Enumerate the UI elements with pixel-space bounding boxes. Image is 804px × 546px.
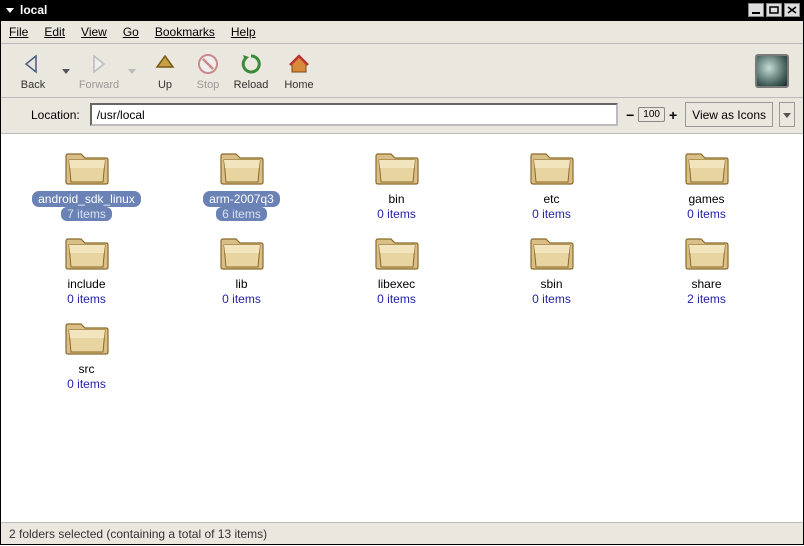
statusbar: 2 folders selected (containing a total o… [1,522,803,544]
window-title: local [20,3,746,17]
item-count: 0 items [526,292,577,306]
titlebar[interactable]: local [0,0,804,20]
forward-button: Forward [75,51,123,91]
forward-arrow-icon [88,51,110,77]
item-name: lib [229,276,253,292]
toolbar: Back Forward Up Stop Reload Home [1,44,803,98]
menubar: File Edit View Go Bookmarks Help [1,21,803,44]
location-input[interactable] [90,103,618,126]
icon-view[interactable]: android_sdk_linux 7 items arm-2007q3 6 i… [1,134,803,522]
folder-item[interactable]: bin 0 items [319,146,474,221]
folder-icon [63,146,111,189]
item-count: 6 items [216,207,267,221]
menu-bookmarks[interactable]: Bookmarks [155,25,215,39]
item-count: 7 items [61,207,112,221]
throbber-icon [755,54,789,88]
folder-icon [528,146,576,189]
zoom-value[interactable]: 100 [638,107,665,122]
back-arrow-icon [22,51,44,77]
back-button[interactable]: Back [9,51,57,91]
folder-icon [63,231,111,274]
folder-icon [683,146,731,189]
folder-icon [218,146,266,189]
view-mode-button[interactable]: View as Icons [685,102,773,127]
item-count: 0 items [371,207,422,221]
folder-item[interactable]: arm-2007q3 6 items [164,146,319,221]
folder-item[interactable]: sbin 0 items [474,231,629,306]
folder-item[interactable]: android_sdk_linux 7 items [9,146,164,221]
item-name: sbin [534,276,568,292]
reload-button[interactable]: Reload [227,51,275,91]
zoom-out-button[interactable]: − [624,107,636,123]
close-button[interactable] [784,3,800,17]
item-name: android_sdk_linux [32,191,141,207]
item-name: games [682,191,730,207]
stop-button: Stop [189,51,227,91]
folder-icon [218,231,266,274]
item-count: 0 items [61,292,112,306]
item-name: bin [382,191,410,207]
item-count: 0 items [681,207,732,221]
item-count: 0 items [61,377,112,391]
item-name: share [685,276,727,292]
home-icon [288,51,310,77]
folder-icon [528,231,576,274]
menu-file[interactable]: File [9,25,28,39]
window-menu-icon[interactable] [4,4,16,16]
menu-view[interactable]: View [81,25,107,39]
up-arrow-icon [154,51,176,77]
menu-help[interactable]: Help [231,25,256,39]
stop-icon [197,51,219,77]
item-count: 0 items [526,207,577,221]
reload-icon [240,51,262,77]
folder-icon [373,231,421,274]
folder-item[interactable]: libexec 0 items [319,231,474,306]
folder-item[interactable]: games 0 items [629,146,784,221]
minimize-button[interactable] [748,3,764,17]
location-label: Location: [31,108,80,122]
folder-item[interactable]: src 0 items [9,316,164,391]
folder-icon [63,316,111,359]
forward-dropdown [123,67,141,75]
folder-icon [683,231,731,274]
location-bar: Location: − 100 + View as Icons [1,98,803,134]
item-name: arm-2007q3 [203,191,280,207]
item-name: src [73,361,101,377]
item-name: libexec [372,276,421,292]
folder-icon [373,146,421,189]
folder-item[interactable]: include 0 items [9,231,164,306]
menu-go[interactable]: Go [123,25,139,39]
item-count: 2 items [681,292,732,306]
back-dropdown[interactable] [57,67,75,75]
folder-item[interactable]: share 2 items [629,231,784,306]
folder-item[interactable]: etc 0 items [474,146,629,221]
maximize-button[interactable] [766,3,782,17]
home-button[interactable]: Home [275,51,323,91]
up-button[interactable]: Up [141,51,189,91]
item-name: include [61,276,111,292]
item-name: etc [537,191,565,207]
item-count: 0 items [371,292,422,306]
zoom-in-button[interactable]: + [667,107,679,123]
menu-edit[interactable]: Edit [44,25,65,39]
item-count: 0 items [216,292,267,306]
view-mode-dropdown[interactable] [779,102,795,127]
folder-item[interactable]: lib 0 items [164,231,319,306]
